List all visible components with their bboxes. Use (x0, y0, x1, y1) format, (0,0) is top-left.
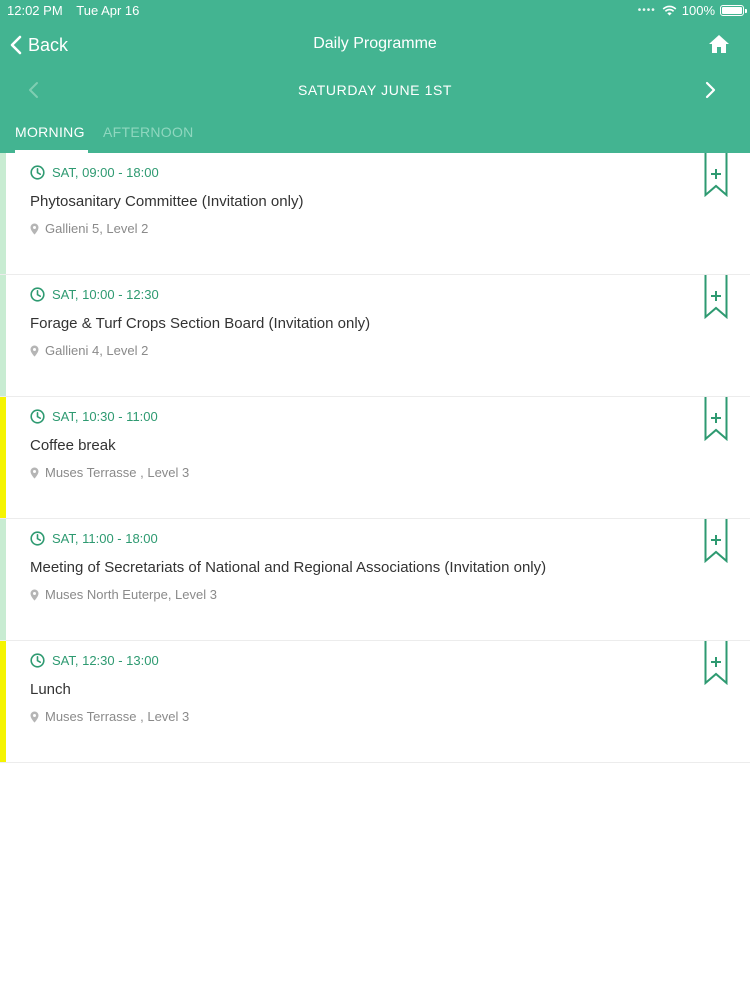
battery-icon (720, 5, 747, 16)
status-bar: 12:02 PM Tue Apr 16 •••• 100% (0, 0, 750, 20)
wifi-icon (662, 5, 677, 16)
session-color-bar (0, 153, 6, 274)
session-location-text: Muses Terrasse , Level 3 (45, 709, 190, 724)
location-pin-icon (30, 711, 39, 722)
session-color-bar (0, 641, 6, 762)
status-right: •••• 100% (637, 3, 747, 18)
session-location-text: Gallieni 4, Level 2 (45, 343, 149, 358)
tab-afternoon[interactable]: AFTERNOON (103, 118, 194, 153)
session-title: Phytosanitary Committee (Invitation only… (30, 193, 304, 210)
session-item[interactable]: SAT, 10:00 - 12:30 Forage & Turf Crops S… (0, 275, 750, 397)
session-title: Meeting of Secretariats of National and … (30, 559, 547, 576)
clock-icon (30, 165, 45, 180)
location-pin-icon (30, 467, 39, 478)
session-item[interactable]: SAT, 11:00 - 18:00 Meeting of Secretaria… (0, 519, 750, 641)
clock-icon (30, 531, 45, 546)
signal-dots-icon: •••• (637, 5, 656, 16)
clock-icon (30, 653, 45, 668)
location-pin-icon (30, 345, 39, 356)
session-title: Lunch (30, 681, 71, 698)
status-left: 12:02 PM Tue Apr 16 (7, 3, 139, 18)
session-time-text: SAT, 12:30 - 13:00 (52, 653, 159, 668)
current-date: SATURDAY JUNE 1ST (297, 82, 453, 98)
session-location-text: Muses Terrasse , Level 3 (45, 465, 190, 480)
add-bookmark-icon[interactable] (704, 397, 728, 441)
home-button[interactable] (708, 33, 730, 55)
session-location: Gallieni 4, Level 2 (30, 343, 148, 358)
clock-icon (30, 409, 45, 424)
session-item[interactable]: SAT, 10:30 - 11:00 Coffee break Muses Te… (0, 397, 750, 519)
session-time-text: SAT, 09:00 - 18:00 (52, 165, 159, 180)
add-bookmark-icon[interactable] (704, 275, 728, 319)
session-time: SAT, 11:00 - 18:00 (30, 531, 158, 546)
clock-icon (30, 287, 45, 302)
status-date: Tue Apr 16 (76, 3, 140, 18)
period-tabs: MORNING AFTERNOON (0, 118, 194, 153)
app-header: 12:02 PM Tue Apr 16 •••• 100% Back Daily… (0, 0, 750, 153)
session-title: Coffee break (30, 437, 116, 454)
session-item[interactable]: SAT, 12:30 - 13:00 Lunch Muses Terrasse … (0, 641, 750, 763)
add-bookmark-icon[interactable] (704, 519, 728, 563)
session-color-bar (0, 397, 6, 518)
session-time-text: SAT, 11:00 - 18:00 (52, 531, 158, 546)
session-location: Muses Terrasse , Level 3 (30, 709, 189, 724)
location-pin-icon (30, 589, 39, 600)
session-title: Forage & Turf Crops Section Board (Invit… (30, 315, 371, 332)
add-bookmark-icon[interactable] (704, 153, 728, 197)
home-icon (709, 35, 729, 53)
session-list: SAT, 09:00 - 18:00 Phytosanitary Committ… (0, 153, 750, 763)
session-location: Gallieni 5, Level 2 (30, 221, 148, 236)
session-item[interactable]: SAT, 09:00 - 18:00 Phytosanitary Committ… (0, 153, 750, 275)
status-time: 12:02 PM (7, 3, 63, 18)
session-time: SAT, 12:30 - 13:00 (30, 653, 159, 668)
session-location: Muses Terrasse , Level 3 (30, 465, 189, 480)
page-title: Daily Programme (313, 35, 437, 52)
session-location-text: Muses North Euterpe, Level 3 (45, 587, 217, 602)
add-bookmark-icon[interactable] (704, 641, 728, 685)
next-day-icon[interactable] (703, 81, 717, 99)
session-location: Muses North Euterpe, Level 3 (30, 587, 217, 602)
session-time-text: SAT, 10:30 - 11:00 (52, 409, 158, 424)
session-time-text: SAT, 10:00 - 12:30 (52, 287, 159, 302)
session-time: SAT, 09:00 - 18:00 (30, 165, 159, 180)
session-color-bar (0, 519, 6, 640)
session-time: SAT, 10:30 - 11:00 (30, 409, 158, 424)
session-color-bar (0, 275, 6, 396)
session-location-text: Gallieni 5, Level 2 (45, 221, 149, 236)
battery-percent: 100% (681, 3, 715, 18)
tab-morning[interactable]: MORNING (15, 118, 88, 153)
date-navigator: SATURDAY JUNE 1ST (0, 70, 750, 110)
session-time: SAT, 10:00 - 12:30 (30, 287, 159, 302)
location-pin-icon (30, 223, 39, 234)
